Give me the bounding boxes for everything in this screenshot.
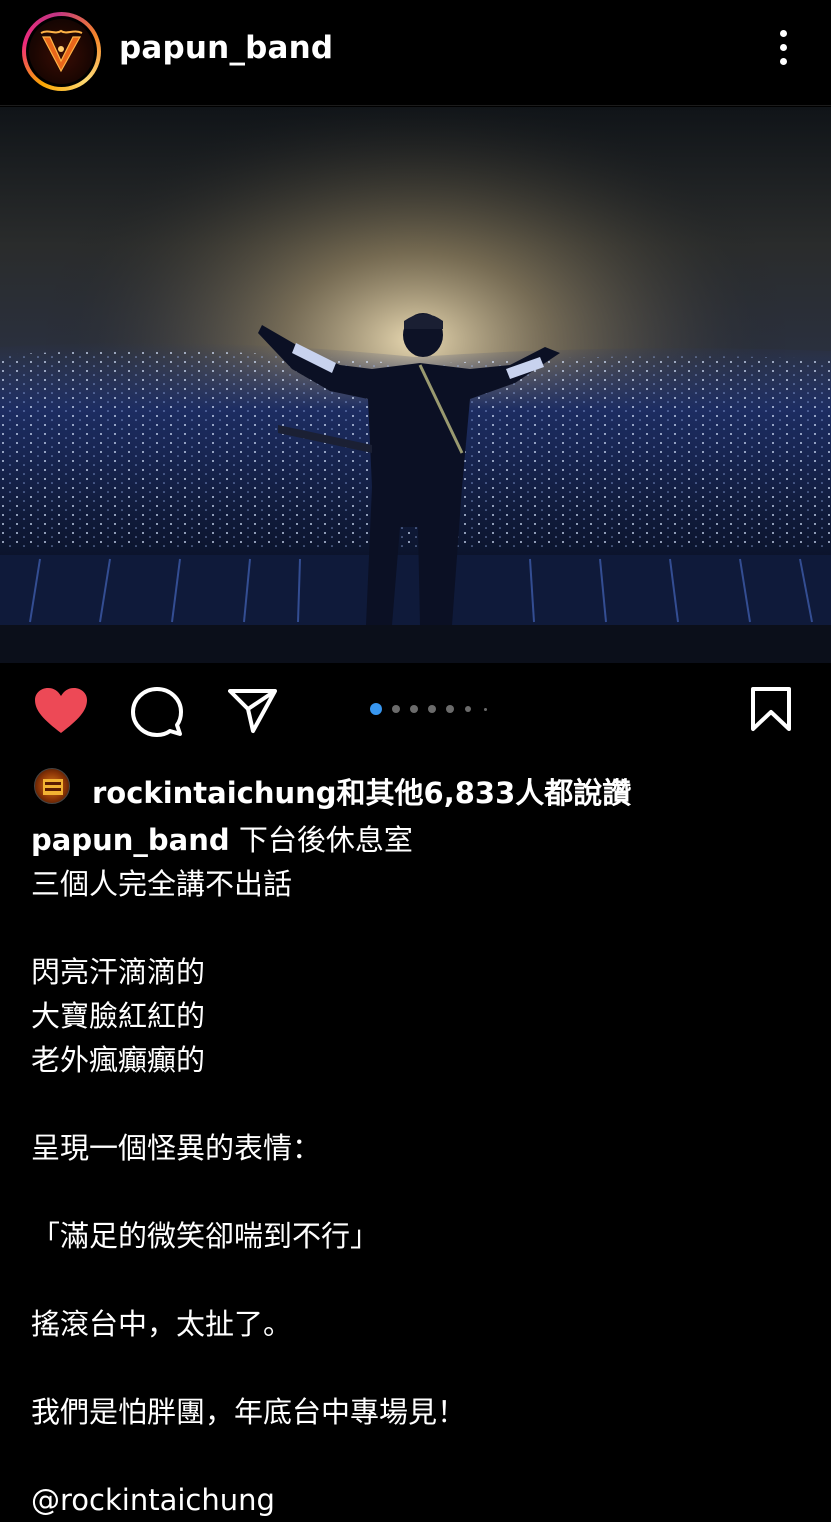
caption-mention-link[interactable]: @rockintaichung (31, 1478, 801, 1522)
bookmark-icon[interactable] (750, 686, 792, 732)
caption-line: 老外瘋癲癲的 (31, 1043, 206, 1077)
caption-line: 我們是怕胖團，年底台中專場見！ (31, 1395, 467, 1429)
more-vertical-icon[interactable] (770, 30, 796, 74)
caption-line: 大寶臉紅紅的 (31, 999, 206, 1033)
caption-line (31, 1346, 801, 1390)
post-author-username[interactable]: papun_band (119, 30, 333, 66)
likes-summary[interactable]: rockintaichung和其他6,833人都說讚 (34, 764, 814, 812)
carousel-dot (428, 705, 436, 713)
profile-avatar[interactable] (22, 12, 101, 91)
caption-line (31, 1170, 801, 1214)
post-header: papun_band (0, 0, 831, 106)
caption-line: 三個人完全講不出話 (31, 867, 293, 901)
carousel-dot (484, 708, 487, 711)
caption-line: 搖滾台中，太扯了。 (31, 1307, 293, 1341)
post-image[interactable] (0, 107, 831, 663)
caption-text: 下台後休息室 (238, 823, 413, 857)
caption-line: 閃亮汗滴滴的 (31, 955, 206, 989)
caption-line (31, 1258, 801, 1302)
carousel-dot (392, 705, 400, 713)
carousel-dot (410, 705, 418, 713)
band-logo-avatar (29, 19, 94, 84)
caption-line: 「滿足的微笑卻喘到不行」 (31, 1219, 380, 1253)
send-icon[interactable] (228, 688, 278, 734)
caption-line (31, 906, 801, 950)
comment-icon[interactable] (131, 687, 183, 737)
caption-line (31, 1082, 801, 1126)
caption-line: 呈現一個怪異的表情： (31, 1131, 322, 1165)
carousel-dot (465, 706, 471, 712)
post-caption: papun_band 下台後休息室 三個人完全講不出話 閃亮汗滴滴的 大寶臉紅紅… (31, 818, 801, 1522)
heart-filled-icon[interactable] (34, 687, 88, 735)
liker-avatar (34, 768, 70, 804)
caption-line (31, 1434, 801, 1478)
caption-first-line: papun_band 下台後休息室 (31, 818, 801, 862)
carousel-dot-active (370, 703, 382, 715)
carousel-dot (446, 705, 454, 713)
caption-username[interactable]: papun_band (31, 823, 230, 857)
likes-count-text[interactable]: rockintaichung和其他6,833人都說讚 (92, 770, 631, 812)
